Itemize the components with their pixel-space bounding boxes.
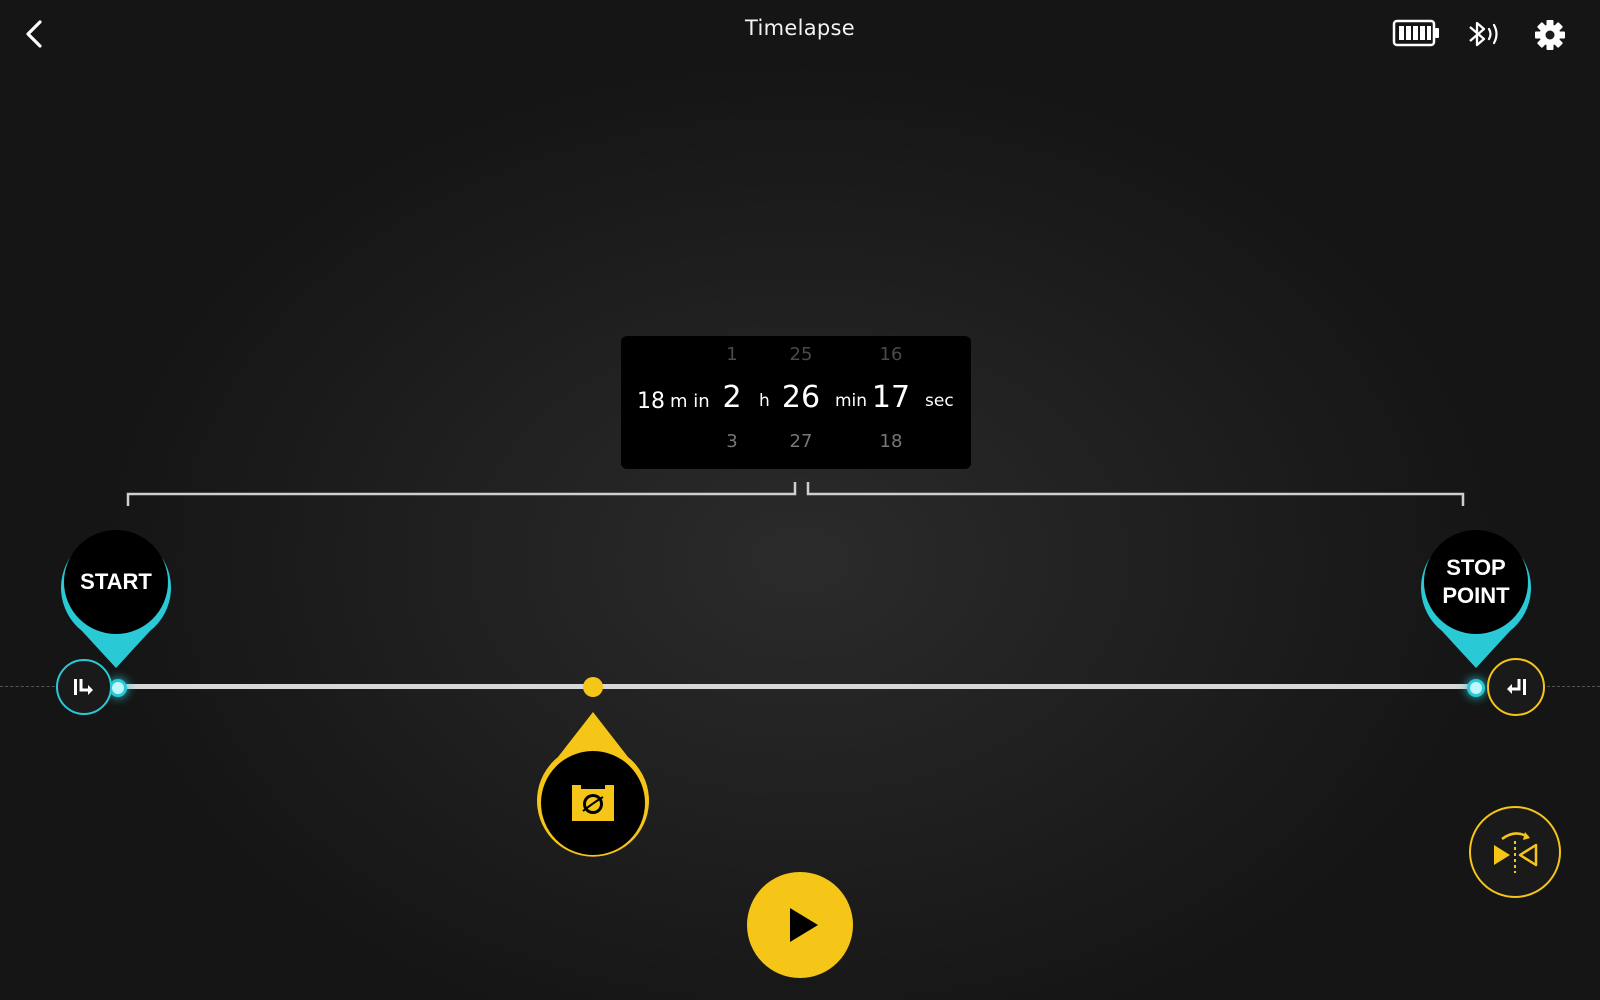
mirror-rotate-button[interactable] <box>1469 806 1561 898</box>
hours-unit: h <box>759 391 770 411</box>
seconds-prev[interactable]: 16 <box>866 344 916 365</box>
go-to-end-icon <box>1507 679 1526 695</box>
go-to-end-button[interactable] <box>1487 658 1545 716</box>
hours-prev[interactable]: 1 <box>717 344 747 365</box>
hours-next[interactable]: 3 <box>717 431 747 452</box>
picker-prefix-value: 18 <box>637 389 665 414</box>
play-button[interactable] <box>747 872 853 978</box>
go-to-start-icon <box>74 679 93 695</box>
settings-button[interactable] <box>1532 17 1568 53</box>
duration-bracket <box>126 482 1465 506</box>
camera-icon <box>572 785 614 821</box>
minutes-prev[interactable]: 25 <box>776 344 826 365</box>
seconds-value[interactable]: 17 <box>866 380 916 415</box>
seconds-unit: sec <box>925 391 954 411</box>
hours-value[interactable]: 2 <box>717 380 747 415</box>
gear-icon <box>1535 20 1565 50</box>
go-to-start-button[interactable] <box>56 659 112 715</box>
minutes-next[interactable]: 27 <box>776 431 826 452</box>
track-extension-right <box>1542 686 1600 687</box>
stop-point-marker[interactable]: STOP POINT <box>1420 526 1532 671</box>
play-icon <box>790 908 818 942</box>
duration-picker[interactable]: 18 m in 1 2 3 h 25 26 27 min 16 17 18 se… <box>621 336 971 469</box>
stop-endpoint[interactable] <box>1467 679 1485 697</box>
camera-keyframe-marker[interactable] <box>536 712 650 862</box>
picker-prefix-unit: m in <box>670 391 710 412</box>
start-label: START <box>80 569 152 594</box>
keyframe-dot[interactable] <box>583 677 603 697</box>
minutes-unit: min <box>835 391 868 411</box>
bluetooth-icon <box>1466 17 1502 51</box>
mirror-rotate-icon <box>1494 832 1538 873</box>
track-extension-left <box>0 686 60 687</box>
page-title: Timelapse <box>745 16 855 40</box>
stop-label-line1: STOP <box>1446 555 1506 580</box>
start-marker[interactable]: START <box>60 526 172 671</box>
seconds-next[interactable]: 18 <box>866 431 916 452</box>
battery-icon <box>1392 18 1440 48</box>
minutes-value[interactable]: 26 <box>776 380 826 415</box>
stop-label-line2: POINT <box>1442 583 1510 608</box>
timeline-track[interactable] <box>117 684 1477 689</box>
